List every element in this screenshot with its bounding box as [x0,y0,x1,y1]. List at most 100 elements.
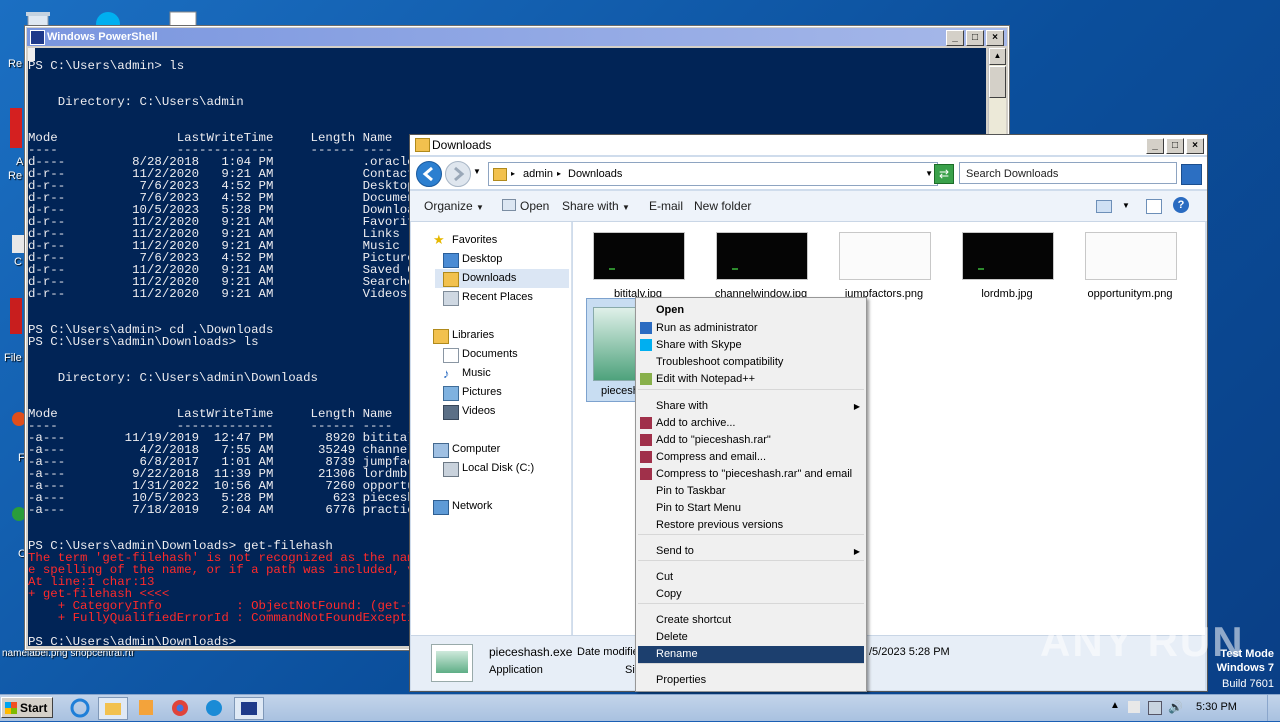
minimize-button[interactable]: _ [1146,138,1164,154]
preview-pane-icon[interactable] [1146,199,1162,214]
chrome-icon[interactable] [166,697,194,718]
file-item[interactable]: opportunitym.png [1085,232,1191,300]
maximize-button[interactable]: □ [966,30,984,46]
file-item[interactable]: bititaly.jpg [593,232,699,300]
new-folder-button[interactable]: New folder [694,199,751,213]
menu-item-pin-to-taskbar[interactable]: Pin to Taskbar [656,483,726,500]
close-button[interactable]: × [1186,138,1204,154]
email-button[interactable]: E-mail [649,199,683,213]
nav-recent-places[interactable]: Recent Places [462,288,533,306]
breadcrumb-downloads[interactable]: Downloads [568,163,622,185]
menu-item-compress-to-pieceshash-rar-and-email[interactable]: Compress to "pieceshash.rar" and email [656,466,852,483]
nav-downloads[interactable]: Downloads [462,269,516,287]
menu-item-delete[interactable]: Delete [656,629,688,646]
address-bar[interactable]: ▸ admin ▸ Downloads ▼ [488,162,938,186]
organize-button[interactable]: Organize ▼ [424,199,484,213]
nav-desktop[interactable]: Desktop [462,250,502,268]
ie-icon[interactable] [66,697,94,718]
edge-icon[interactable] [200,697,228,718]
menu-separator [638,534,864,535]
media-player-icon[interactable] [132,697,160,718]
menu-item-pin-to-start-menu[interactable]: Pin to Start Menu [656,500,741,517]
help-icon[interactable]: ? [1173,197,1189,213]
winrar-icon [640,468,652,480]
volume-icon[interactable]: 🔊 [1168,700,1183,714]
file-item[interactable]: lordmb.jpg [962,232,1068,300]
nav-libraries[interactable]: Libraries [452,326,494,344]
start-button[interactable]: Start [1,697,53,718]
explorer-taskbar-icon[interactable] [98,697,128,720]
forward-button[interactable] [445,161,471,187]
menu-item-share-with-skype[interactable]: Share with Skype [656,337,742,354]
computer-icon [433,443,449,458]
file-label: opportunitym.png [1087,288,1173,300]
menu-item-restore-previous-versions[interactable]: Restore previous versions [656,517,783,534]
menu-item-add-to-pieceshash-rar[interactable]: Add to "pieceshash.rar" [656,432,771,449]
menu-item-properties[interactable]: Properties [656,672,706,689]
menu-separator [638,603,864,604]
videos-icon [443,405,459,420]
breadcrumb-admin[interactable]: admin [523,163,553,185]
search-input[interactable]: Search Downloads [959,162,1177,184]
desktop-icon [443,253,459,268]
change-view-icon[interactable] [1096,200,1112,213]
flag-icon[interactable] [1128,701,1140,713]
menu-separator [638,389,864,390]
show-hidden-icons-icon[interactable]: ▲ [1110,700,1120,711]
file-item[interactable]: channelwindow.jpg [715,232,822,300]
details-size-label: Si [625,664,635,676]
menu-item-send-to[interactable]: Send to [656,543,694,560]
menu-item-rename[interactable]: Rename [656,646,698,663]
nav-documents[interactable]: Documents [462,345,518,363]
minimize-button[interactable]: _ [946,30,964,46]
menu-item-open[interactable]: Open [656,302,684,319]
explorer-titlebar[interactable]: Downloads _ □ × [410,135,1207,155]
nav-videos[interactable]: Videos [462,402,495,420]
recent-pages-icon[interactable]: ▼ [473,167,481,176]
breadcrumb-separator-icon[interactable]: ▸ [557,163,561,185]
menu-item-compress-and-email[interactable]: Compress and email... [656,449,766,466]
menu-item-run-as-administrator[interactable]: Run as administrator [656,320,758,337]
libraries-icon [433,329,449,344]
menu-item-troubleshoot-compatibility[interactable]: Troubleshoot compatibility [656,354,783,371]
network-tray-icon[interactable] [1148,701,1162,715]
address-dropdown-icon[interactable]: ▼ [925,163,933,185]
network-icon [433,500,449,515]
recent-places-icon [443,291,459,306]
folder-icon [415,138,430,152]
open-button[interactable]: Open [502,199,549,213]
menu-item-add-to-archive[interactable]: Add to archive... [656,415,736,432]
file-item[interactable]: jumpfactors.png [839,232,945,300]
menu-item-edit-with-notepad[interactable]: Edit with Notepad++ [656,371,755,388]
close-button[interactable]: × [986,30,1004,46]
menu-item-copy[interactable]: Copy [656,586,682,603]
show-desktop-button[interactable] [1267,695,1280,721]
clock[interactable]: 5:30 PM [1196,701,1237,713]
nav-music[interactable]: Music [462,364,491,382]
scroll-thumb[interactable] [989,66,1006,98]
nav-network[interactable]: Network [452,497,492,515]
powershell-titlebar[interactable]: Windows PowerShell _ □ × [27,28,1007,46]
details-filetype: Application [489,664,543,676]
refresh-button[interactable]: ⇄ [934,164,954,184]
powershell-taskbar-icon[interactable] [234,697,264,720]
back-button[interactable] [416,161,442,187]
search-icon[interactable] [1181,164,1202,185]
menu-item-create-shortcut[interactable]: Create shortcut [656,612,731,629]
breadcrumb-separator-icon[interactable]: ▸ [511,163,515,185]
share-with-button[interactable]: Share with ▼ [562,199,630,213]
context-menu[interactable]: Open Run as administrator Share with Skype… [635,297,867,692]
view-dropdown-icon[interactable]: ▼ [1122,201,1130,210]
nav-pictures[interactable]: Pictures [462,383,502,401]
maximize-button[interactable]: □ [1166,138,1184,154]
nav-local-disk[interactable]: Local Disk (C:) [462,459,534,477]
navigation-pane: ★ Favorites Desktop Downloads Recent Pla… [411,222,572,635]
nav-computer[interactable]: Computer [452,440,500,458]
menu-item-share-with[interactable]: Share with [656,398,708,415]
menu-item-cut[interactable]: Cut [656,569,673,586]
windows-version-label: Windows 7 [1216,662,1274,674]
nav-favorites[interactable]: Favorites [452,231,497,249]
file-thumbnail-icon [962,232,1054,280]
scroll-up-arrow-icon[interactable]: ▲ [989,48,1006,65]
